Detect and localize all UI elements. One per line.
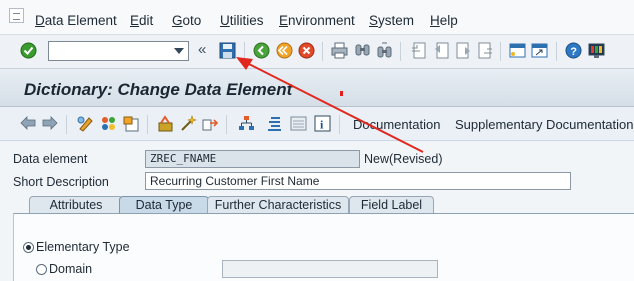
data-element-field: ZREC_FNAME [145,150,360,168]
check-icon[interactable] [20,42,37,59]
collapse-command-field-icon[interactable]: « [198,41,206,58]
status-text: New(Revised) [364,152,443,166]
menu-environment[interactable]: Environment [279,13,355,28]
elementary-type-label: Elementary Type [36,240,130,254]
find-icon[interactable] [354,42,371,59]
menu-utilities[interactable]: Utilities [220,13,264,28]
toolbar-separator [500,42,501,61]
toolbar-separator [556,42,557,61]
previous-object-icon[interactable] [20,116,36,130]
svg-text:?: ? [570,46,577,58]
menu-bar: Data Element Edit Goto Utilities Environ… [0,0,634,35]
next-page-icon[interactable] [455,42,472,59]
supplementary-documentation-button[interactable]: Supplementary Documentation [455,117,634,132]
elementary-type-radio[interactable] [23,242,34,253]
other-object-icon[interactable] [123,115,140,132]
print-icon[interactable] [331,42,348,59]
data-type-panel: Elementary Type Domain [13,213,634,281]
data-element-label: Data element [13,152,88,166]
tab-field-label[interactable]: Field Label [349,196,434,214]
display-change-icon[interactable] [77,115,94,132]
command-field[interactable] [48,41,189,61]
chevron-down-icon[interactable] [174,48,184,54]
domain-label: Domain [49,262,93,276]
save-icon[interactable] [219,42,236,59]
check-object-icon[interactable] [157,115,174,132]
toolbar-separator [339,115,340,134]
application-toolbar: i Documentation Supplementary Documentat… [0,107,634,141]
toolbar-separator [244,42,245,61]
activate-icon[interactable] [180,115,197,132]
menu-system[interactable]: System [369,13,414,28]
first-page-icon[interactable] [410,42,427,59]
menu-edit[interactable]: Edit [130,13,153,28]
system-menu-icon[interactable] [9,8,24,23]
list-icon[interactable] [266,115,283,132]
tab-data-type[interactable]: Data Type [119,196,209,214]
toolbar-separator [147,115,148,134]
hierarchy-icon[interactable] [238,115,255,132]
tab-attributes[interactable]: Attributes [29,196,123,214]
next-object-icon[interactable] [42,116,58,130]
toolbar-separator [322,42,323,61]
shortcut-icon[interactable] [531,42,548,59]
cancel-icon[interactable] [298,42,315,59]
exit-icon[interactable] [276,42,293,59]
toolbar-separator [66,115,67,134]
documentation-button[interactable]: Documentation [353,117,440,132]
menu-help[interactable]: Help [430,13,458,28]
where-used-icon[interactable] [202,115,219,132]
find-next-icon[interactable] [376,42,393,59]
information-icon[interactable]: i [314,115,331,132]
display-object-list-icon[interactable] [290,115,307,132]
help-icon[interactable]: ? [565,42,582,59]
customize-layout-icon[interactable] [588,42,605,59]
active-inactive-icon[interactable] [100,115,117,132]
new-session-icon[interactable] [509,42,526,59]
tab-further-characteristics[interactable]: Further Characteristics [207,196,349,214]
back-icon[interactable] [253,42,270,59]
menu-goto[interactable]: Goto [172,13,201,28]
last-page-icon[interactable] [477,42,494,59]
short-description-label: Short Description [13,175,109,189]
previous-page-icon[interactable] [433,42,450,59]
red-mark [340,91,343,96]
toolbar-separator [400,42,401,61]
title-bar: Dictionary: Change Data Element [0,69,634,107]
menu-data-element[interactable]: Data Element [35,13,117,28]
page-title: Dictionary: Change Data Element [24,80,293,99]
domain-field[interactable] [222,260,438,278]
standard-toolbar: « ? [0,35,634,69]
tab-strip: Attributes Data Type Further Characteris… [13,196,634,214]
domain-radio[interactable] [36,264,47,275]
short-description-field[interactable]: Recurring Customer First Name [145,172,571,190]
toolbar-separator [226,115,227,134]
